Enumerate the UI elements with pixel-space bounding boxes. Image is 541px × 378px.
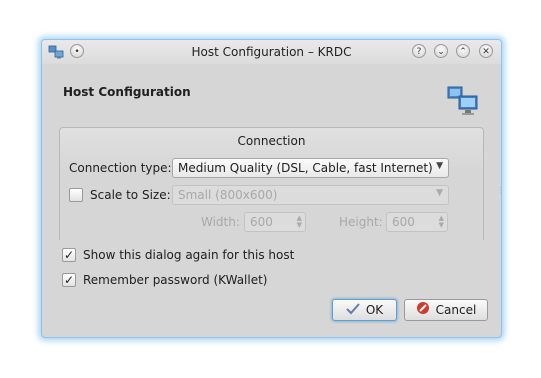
spin-arrows-icon[interactable]: ▲ ▼ [297,215,302,229]
connection-group-title: Connection [237,134,306,148]
width-label: Width: [201,215,240,229]
show-dialog-again-label: Show this dialog again for this host [83,248,295,262]
remember-password-checkbox[interactable]: ✓ [62,273,76,287]
remember-password-label: Remember password (KWallet) [83,273,268,287]
ok-label: OK [365,303,384,317]
cancel-label: Cancel [435,303,477,317]
resize-grip-icon[interactable]: ⋮ [497,186,501,195]
connection-type-label: Connection type: [69,161,172,175]
checkmark-icon [346,301,360,321]
spin-arrows-icon[interactable]: ▲ ▼ [439,215,444,229]
maximize-icon[interactable]: ⌃ [456,44,470,58]
window-title: Host Configuration – KRDC [191,45,352,59]
chevron-down-icon: ▼ [436,188,443,198]
dialog-window: • Host Configuration – KRDC ? ⌄ ⌃ ✕ Host… [41,39,502,338]
scale-to-size-label: Scale to Size: [90,188,171,202]
scale-to-size-checkbox[interactable] [69,188,83,202]
cancel-icon [416,301,430,321]
cancel-button[interactable]: Cancel [404,299,488,321]
connection-group: Connection Connection type: Medium Quali… [59,127,484,240]
title-bar[interactable]: • Host Configuration – KRDC ? ⌄ ⌃ ✕ [42,40,501,64]
scale-size-value: Small (800x600) [178,188,278,202]
width-spinbox[interactable]: 600 ▲ ▼ [244,212,306,232]
remote-desktop-icon [447,86,478,115]
show-dialog-again-checkbox[interactable]: ✓ [62,248,76,262]
connection-type-select[interactable]: Medium Quality (DSL, Cable, fast Interne… [172,158,449,178]
chevron-down-icon: ▼ [436,161,443,171]
width-value: 600 [250,215,273,229]
height-label: Height: [339,215,383,229]
height-value: 600 [392,215,415,229]
scale-size-select[interactable]: Small (800x600) ▼ [172,185,449,205]
close-icon[interactable]: ✕ [479,44,493,58]
height-spinbox[interactable]: 600 ▲ ▼ [386,212,448,232]
connection-type-value: Medium Quality (DSL, Cable, fast Interne… [178,161,433,175]
help-icon[interactable]: ? [412,44,426,58]
header-title: Host Configuration [63,85,191,99]
minimize-icon[interactable]: ⌄ [434,44,448,58]
ok-button[interactable]: OK [332,299,397,321]
